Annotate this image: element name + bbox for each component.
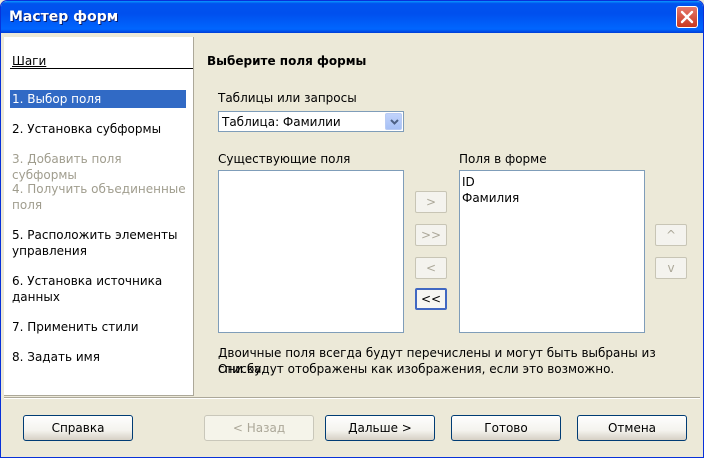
form-fields-list[interactable]: ID Фамилия [459, 170, 645, 333]
form-wizard-window: Мастер форм Шаги 1. Выбор поля 2. Устано… [0, 0, 704, 458]
add-field-button[interactable]: > [415, 191, 447, 213]
existing-fields-list[interactable] [218, 170, 404, 333]
footer-divider-highlight [4, 398, 700, 399]
add-all-fields-button[interactable]: >> [415, 224, 447, 246]
window-title: Мастер форм [9, 9, 119, 25]
tables-combobox[interactable]: Таблица: Фамилии [218, 111, 404, 132]
list-item[interactable]: ID [462, 174, 475, 190]
finish-button[interactable]: Готово [451, 415, 561, 441]
form-fields-label: Поля в форме [459, 152, 547, 166]
close-icon [680, 10, 694, 24]
steps-divider [10, 68, 193, 69]
chevron-down-icon [390, 119, 399, 125]
tables-label: Таблицы или запросы [218, 91, 357, 105]
step-apply-styles[interactable]: 7. Применить стили [10, 319, 186, 335]
move-up-button[interactable]: ^ [655, 224, 687, 246]
help-button[interactable]: Справка [23, 415, 133, 441]
title-bar[interactable]: Мастер форм [1, 1, 703, 33]
steps-pane: Шаги 1. Выбор поля 2. Установка субформы… [4, 37, 194, 396]
remove-all-fields-button[interactable]: << [415, 288, 447, 310]
step-select-fields[interactable]: 1. Выбор поля [10, 90, 186, 108]
dialog-body: Шаги 1. Выбор поля 2. Установка субформы… [4, 33, 700, 456]
step-subform-setup[interactable]: 2. Установка субформы [10, 121, 186, 137]
combobox-dropdown-button[interactable] [385, 113, 402, 130]
step-get-joined-fields: 4. Получить объединенные поля [12, 182, 186, 212]
step-add-subform-fields: 3. Добавить поля субформы [12, 152, 122, 182]
existing-fields-label: Существующие поля [218, 152, 351, 166]
cancel-button[interactable]: Отмена [577, 415, 687, 441]
steps-title: Шаги [12, 54, 47, 68]
list-item[interactable]: Фамилия [462, 190, 519, 206]
close-button[interactable] [676, 6, 698, 28]
next-button[interactable]: Дальше > [325, 415, 435, 441]
step-data-source[interactable]: 6. Установка источника данных [10, 273, 186, 305]
tables-combobox-value: Таблица: Фамилии [222, 115, 341, 129]
step-set-name[interactable]: 8. Задать имя [10, 349, 186, 365]
page-heading: Выберите поля формы [207, 54, 367, 68]
move-down-button[interactable]: v [655, 257, 687, 279]
remove-field-button[interactable]: < [415, 257, 447, 279]
step-arrange-controls[interactable]: 5. Расположить элементы управления [10, 227, 186, 259]
binary-fields-note-line2: Они будут отображены как изображения, ес… [218, 362, 615, 376]
back-button: < Назад [204, 415, 314, 441]
